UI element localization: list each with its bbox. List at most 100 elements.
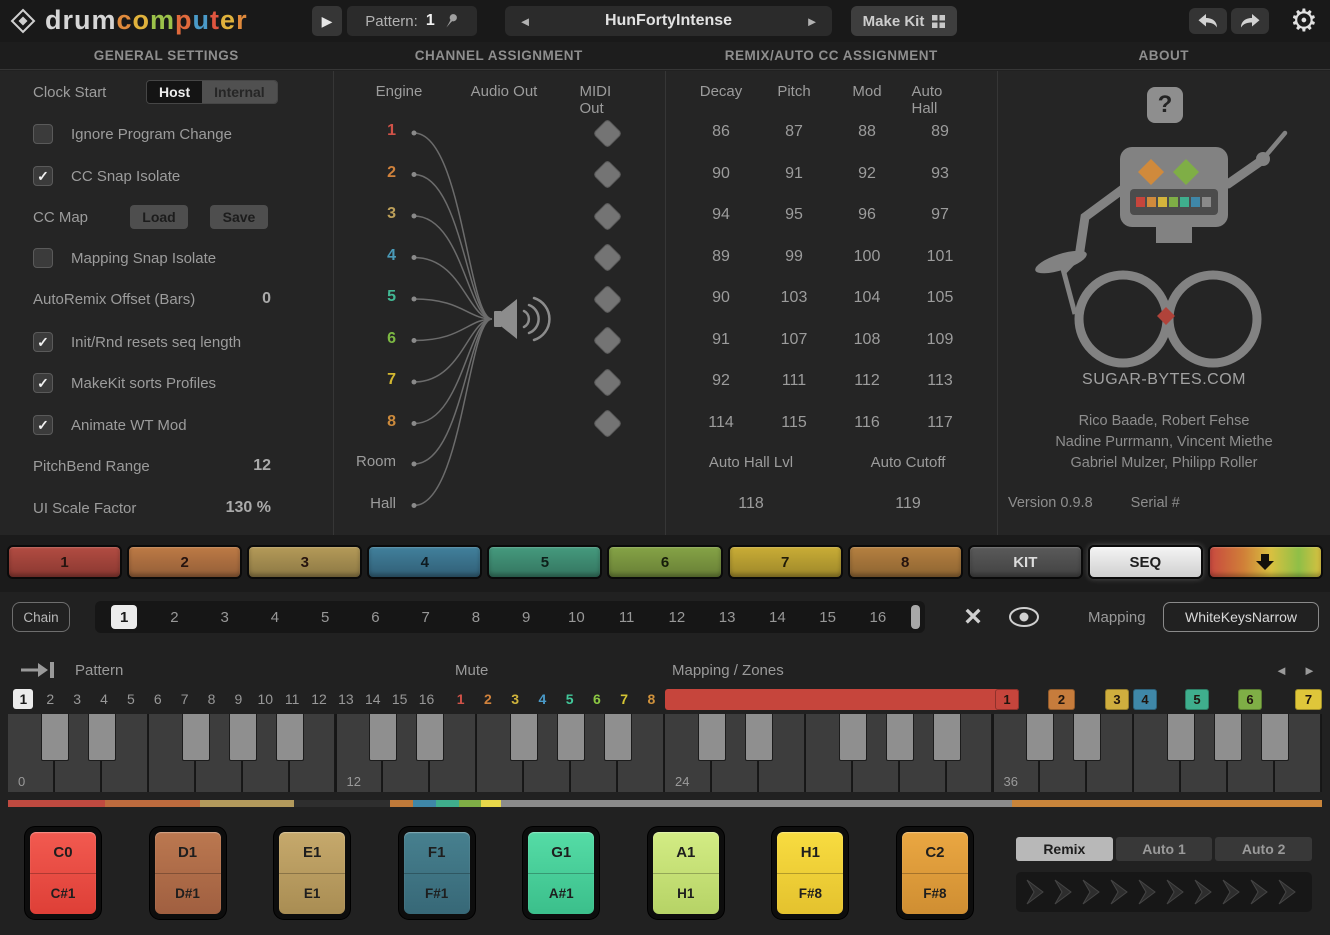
preset-next-button[interactable]: ► (792, 14, 832, 29)
auto-cutoff-value[interactable]: 119 (895, 495, 921, 513)
black-key[interactable] (745, 714, 773, 761)
zone-1-bar[interactable] (665, 689, 1019, 710)
black-key[interactable] (369, 714, 397, 761)
pattern-step-13[interactable]: 13 (333, 688, 360, 710)
mute-channel-5[interactable]: 5 (556, 688, 583, 710)
zone-6-handle[interactable]: 6 (1238, 689, 1262, 710)
pattern-step-11[interactable]: 11 (279, 688, 306, 710)
autoremix-offset-value[interactable]: 0 (211, 290, 271, 308)
cc-mod-value-4[interactable]: 100 (854, 248, 881, 266)
cc-map-save-button[interactable]: Save (210, 205, 268, 229)
pattern-selector[interactable]: Pattern: 1 (347, 6, 477, 36)
cc-auto_hall-value-8[interactable]: 117 (927, 414, 953, 432)
eye-icon[interactable] (1008, 605, 1040, 634)
pad-D1[interactable]: D1D#1 (150, 827, 226, 919)
auto-2-button[interactable]: Auto 2 (1215, 837, 1312, 861)
channel-button-5[interactable]: 5 (487, 545, 602, 579)
chain-slot-11[interactable]: 11 (602, 609, 652, 626)
zone-7-handle[interactable]: 7 (1295, 689, 1322, 710)
black-key[interactable] (276, 714, 304, 761)
mute-channel-2[interactable]: 2 (474, 688, 501, 710)
tab-remix-auto-cc-assignment[interactable]: REMIX/AUTO CC ASSIGNMENT (665, 42, 998, 69)
black-key[interactable] (1214, 714, 1242, 761)
website-link[interactable]: SUGAR-BYTES.COM (998, 371, 1330, 389)
black-key[interactable] (839, 714, 867, 761)
mute-channel-6[interactable]: 6 (583, 688, 610, 710)
black-key[interactable] (88, 714, 116, 761)
cc-snap-isolate-checkbox[interactable]: ✓ (33, 166, 53, 186)
cc-mod-value-6[interactable]: 108 (854, 331, 881, 349)
cc-auto_hall-value-6[interactable]: 109 (927, 331, 954, 349)
clear-icon[interactable]: × (956, 599, 990, 635)
black-key[interactable] (1026, 714, 1054, 761)
black-key[interactable] (557, 714, 585, 761)
pattern-step-3[interactable]: 3 (64, 688, 91, 710)
black-key[interactable] (229, 714, 257, 761)
cc-auto_hall-value-7[interactable]: 113 (927, 372, 953, 390)
cc-mod-value-8[interactable]: 116 (854, 414, 880, 432)
pattern-step-12[interactable]: 12 (306, 688, 333, 710)
pattern-step-14[interactable]: 14 (359, 688, 386, 710)
black-key[interactable] (416, 714, 444, 761)
channel-button-6[interactable]: 6 (607, 545, 722, 579)
tab-channel-assignment[interactable]: CHANNEL ASSIGNMENT (333, 42, 666, 69)
mapping-snap-isolate-checkbox[interactable] (33, 248, 53, 268)
pattern-step-9[interactable]: 9 (225, 688, 252, 710)
black-key[interactable] (933, 714, 961, 761)
cc-pitch-value-2[interactable]: 91 (785, 165, 803, 183)
pad-E1[interactable]: E1E1 (274, 827, 350, 919)
clock-start-option-internal[interactable]: Internal (202, 81, 277, 103)
chain-slot-8[interactable]: 8 (451, 609, 501, 626)
chain-slot-15[interactable]: 15 (803, 609, 853, 626)
mute-channel-4[interactable]: 4 (529, 688, 556, 710)
ignore-program-change-checkbox[interactable] (33, 124, 53, 144)
chain-button[interactable]: Chain (12, 602, 70, 632)
cc-mod-value-5[interactable]: 104 (854, 289, 881, 307)
ui-scale-value[interactable]: 130 % (211, 499, 271, 517)
black-key[interactable] (41, 714, 69, 761)
pattern-step-15[interactable]: 15 (386, 688, 413, 710)
settings-gear-icon[interactable]: ⚙ (1290, 2, 1318, 40)
pattern-step-8[interactable]: 8 (198, 688, 225, 710)
preset-name[interactable]: HunFortyIntense (545, 12, 792, 30)
cc-pitch-value-3[interactable]: 95 (785, 206, 803, 224)
cc-auto_hall-value-2[interactable]: 93 (931, 165, 949, 183)
channel-button-4[interactable]: 4 (367, 545, 482, 579)
cc-auto_hall-value-1[interactable]: 89 (931, 123, 949, 141)
cc-decay-value-5[interactable]: 90 (712, 289, 730, 307)
chain-slot-6[interactable]: 6 (350, 609, 400, 626)
help-button[interactable]: ? (1147, 87, 1183, 123)
makekit-sorts-checkbox[interactable]: ✓ (33, 373, 53, 393)
remix-button[interactable]: Remix (1016, 837, 1113, 861)
clock-start-option-host[interactable]: Host (147, 81, 202, 103)
pad-G1[interactable]: G1A#1 (523, 827, 599, 919)
cc-auto_hall-value-4[interactable]: 101 (927, 248, 954, 266)
auto-1-button[interactable]: Auto 1 (1116, 837, 1213, 861)
channel-button-2[interactable]: 2 (127, 545, 242, 579)
mapping-mode-select[interactable]: WhiteKeysNarrow (1163, 602, 1319, 632)
zone-3-handle[interactable]: 3 (1105, 689, 1129, 710)
zone-1-handle[interactable]: 1 (995, 689, 1019, 710)
channel-button-7[interactable]: 7 (728, 545, 843, 579)
cc-decay-value-2[interactable]: 90 (712, 165, 730, 183)
pad-C0[interactable]: C0C#1 (25, 827, 101, 919)
mute-channel-1[interactable]: 1 (447, 688, 474, 710)
channel-button-mix[interactable] (1208, 545, 1323, 579)
chain-slot-3[interactable]: 3 (200, 609, 250, 626)
channel-button-seq[interactable]: SEQ (1088, 545, 1203, 579)
chain-slot-7[interactable]: 7 (401, 609, 451, 626)
cc-decay-value-7[interactable]: 92 (712, 372, 730, 390)
cc-map-load-button[interactable]: Load (130, 205, 188, 229)
cc-pitch-value-5[interactable]: 103 (781, 289, 808, 307)
chain-slot-13[interactable]: 13 (702, 609, 752, 626)
mute-channel-7[interactable]: 7 (611, 688, 638, 710)
cc-decay-value-6[interactable]: 91 (712, 331, 730, 349)
cc-decay-value-1[interactable]: 86 (712, 123, 730, 141)
pattern-step-5[interactable]: 5 (118, 688, 145, 710)
animate-wt-checkbox[interactable]: ✓ (33, 415, 53, 435)
mute-channel-8[interactable]: 8 (638, 688, 665, 710)
auto-hall-lvl-value[interactable]: 118 (738, 495, 764, 513)
pattern-step-1[interactable]: 1 (10, 688, 37, 710)
pattern-step-6[interactable]: 6 (144, 688, 171, 710)
pattern-step-16[interactable]: 16 (413, 688, 440, 710)
